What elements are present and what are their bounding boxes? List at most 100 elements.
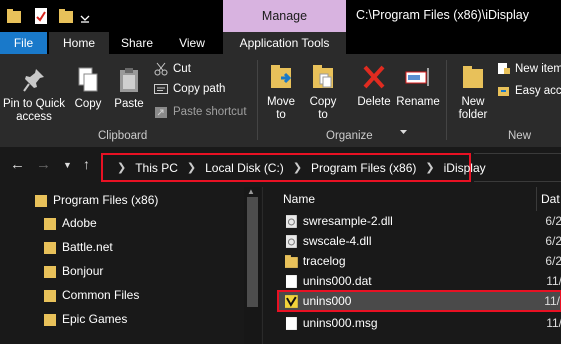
file-name: unins000.dat xyxy=(302,274,372,288)
ribbon: Pin to Quick access Copy Paste Cut Copy … xyxy=(0,54,561,147)
breadcrumb-this-pc[interactable]: This PC xyxy=(135,161,178,175)
dll-file-icon xyxy=(285,214,297,228)
easy-access-label: Easy access xyxy=(515,84,561,97)
folder-icon xyxy=(44,266,56,278)
file-row[interactable]: swresample-2.dll 6/2 xyxy=(277,211,561,231)
file-row[interactable]: swscale-4.dll 6/2 xyxy=(277,231,561,251)
file-list-pane: Name Dat swresample-2.dll 6/2 swscale-4.… xyxy=(262,187,561,344)
forward-button[interactable]: → xyxy=(36,156,51,173)
nav-item-program-files-x86[interactable]: Program Files (x86) xyxy=(35,190,158,210)
move-to-folder-icon xyxy=(271,65,292,88)
file-date: 11/ xyxy=(546,316,561,330)
tab-home[interactable]: Home xyxy=(49,32,109,54)
delete-dropdown-arrow[interactable] xyxy=(400,126,407,134)
paste-label: Paste xyxy=(114,98,144,110)
scroll-up-icon[interactable]: ▲ xyxy=(247,187,255,196)
nav-item-label: Adobe xyxy=(62,216,97,230)
forward-arrow-icon: → xyxy=(36,156,51,173)
scissors-icon xyxy=(154,62,168,76)
file-row[interactable]: tracelog 6/2 xyxy=(277,251,561,271)
file-row[interactable]: unins000.msg 11/ xyxy=(277,313,561,333)
folder-icon xyxy=(44,218,56,230)
new-item-label: New item xyxy=(515,62,561,75)
file-date: 6/2 xyxy=(545,254,561,268)
file-name: tracelog xyxy=(302,254,346,268)
properties-checkmark-icon[interactable] xyxy=(33,7,49,25)
folder-icon xyxy=(44,242,56,254)
tab-application-tools[interactable]: Application Tools xyxy=(223,32,346,54)
paste-shortcut-label: Paste shortcut xyxy=(173,106,247,118)
breadcrumb-chevron-icon[interactable]: ❯ xyxy=(293,161,302,174)
delete-button[interactable]: Delete xyxy=(354,62,394,109)
breadcrumb-chevron-icon[interactable]: ❯ xyxy=(117,161,126,174)
ribbon-separator xyxy=(446,60,447,140)
nav-item-bonjour[interactable]: Bonjour xyxy=(44,261,103,281)
tab-file[interactable]: File xyxy=(0,32,47,54)
organize-group-label: Organize xyxy=(326,130,373,142)
file-row[interactable]: unins000.dat 11/ xyxy=(277,271,561,291)
paste-shortcut-button[interactable]: Paste shortcut xyxy=(154,105,247,119)
chevron-down-icon: ▼ xyxy=(63,160,72,170)
column-header-date[interactable]: Dat xyxy=(541,187,560,211)
nav-item-common-files[interactable]: Common Files xyxy=(44,285,139,305)
cut-button[interactable]: Cut xyxy=(154,62,191,76)
paste-button[interactable]: Paste xyxy=(111,66,147,111)
search-box[interactable] xyxy=(474,153,561,182)
file-name: unins000 xyxy=(302,294,352,308)
folder-icon xyxy=(35,195,47,207)
copy-path-button[interactable]: Copy path xyxy=(154,83,225,95)
breadcrumb-program-files[interactable]: Program Files (x86) xyxy=(311,161,416,175)
title-bar: Manage C:\Program Files (x86)\iDisplay xyxy=(0,0,561,32)
chevron-down-icon xyxy=(400,130,407,134)
new-folder-icon[interactable] xyxy=(58,7,74,25)
copy-button[interactable]: Copy xyxy=(70,66,106,111)
tab-share[interactable]: Share xyxy=(111,32,163,54)
copy-icon xyxy=(78,67,98,92)
move-to-button[interactable]: Move to xyxy=(262,62,300,122)
nav-item-adobe[interactable]: Adobe xyxy=(44,213,97,233)
pin-to-quick-access-button[interactable]: Pin to Quick access xyxy=(0,66,68,124)
rename-label: Rename xyxy=(396,96,440,108)
breadcrumb-chevron-icon[interactable]: ❯ xyxy=(425,161,434,174)
copy-path-icon xyxy=(154,84,168,94)
move-to-label: Move to xyxy=(266,96,296,121)
rename-button[interactable]: Rename xyxy=(396,62,440,109)
nav-item-battle-net[interactable]: Battle.net xyxy=(44,237,113,257)
delete-x-icon xyxy=(363,65,385,89)
recent-locations-button[interactable]: ▼ xyxy=(63,160,72,170)
new-item-button[interactable]: New item xyxy=(497,62,561,75)
up-arrow-icon: ↑ xyxy=(83,156,90,172)
ribbon-separator xyxy=(257,60,258,140)
new-folder-label: New folder xyxy=(458,96,488,121)
copy-to-button[interactable]: Copy to xyxy=(304,62,342,122)
ribbon-tab-row: File Home Share View Application Tools xyxy=(0,32,561,54)
nav-item-label: Bonjour xyxy=(62,264,104,278)
navigation-pane: Program Files (x86) Adobe Battle.net Bon… xyxy=(0,187,262,344)
folder-icon xyxy=(44,314,56,326)
cut-label: Cut xyxy=(173,63,191,75)
easy-access-icon xyxy=(498,87,509,96)
folder-icon xyxy=(44,290,56,302)
easy-access-button[interactable]: Easy access xyxy=(497,84,561,97)
copy-to-folder-icon xyxy=(313,65,333,88)
breadcrumb-local-disk[interactable]: Local Disk (C:) xyxy=(205,161,284,175)
nav-item-epic-games[interactable]: Epic Games xyxy=(44,309,127,329)
file-row-selected[interactable]: unins000 11/ xyxy=(277,290,561,312)
up-button[interactable]: ↑ xyxy=(83,156,90,172)
navigation-scrollbar[interactable]: ▲ xyxy=(244,187,261,344)
copy-path-label: Copy path xyxy=(173,83,226,95)
dll-file-icon xyxy=(285,234,297,248)
folder-icon[interactable] xyxy=(6,7,22,25)
nav-item-label: Common Files xyxy=(62,288,140,302)
address-bar[interactable]: ❯ This PC ❯ Local Disk (C:) ❯ Program Fi… xyxy=(101,153,486,182)
scrollbar-thumb[interactable] xyxy=(247,197,258,307)
breadcrumb-chevron-icon[interactable]: ❯ xyxy=(187,161,196,174)
manage-tab[interactable]: Manage xyxy=(223,0,346,32)
new-folder-button[interactable]: New folder xyxy=(453,62,493,122)
tab-view[interactable]: View xyxy=(167,32,217,54)
column-divider[interactable] xyxy=(536,187,537,211)
column-header-name[interactable]: Name xyxy=(283,187,315,211)
customize-qat-icon[interactable] xyxy=(80,7,90,25)
file-date: 11/ xyxy=(546,274,561,288)
back-button[interactable]: ← xyxy=(10,156,25,173)
